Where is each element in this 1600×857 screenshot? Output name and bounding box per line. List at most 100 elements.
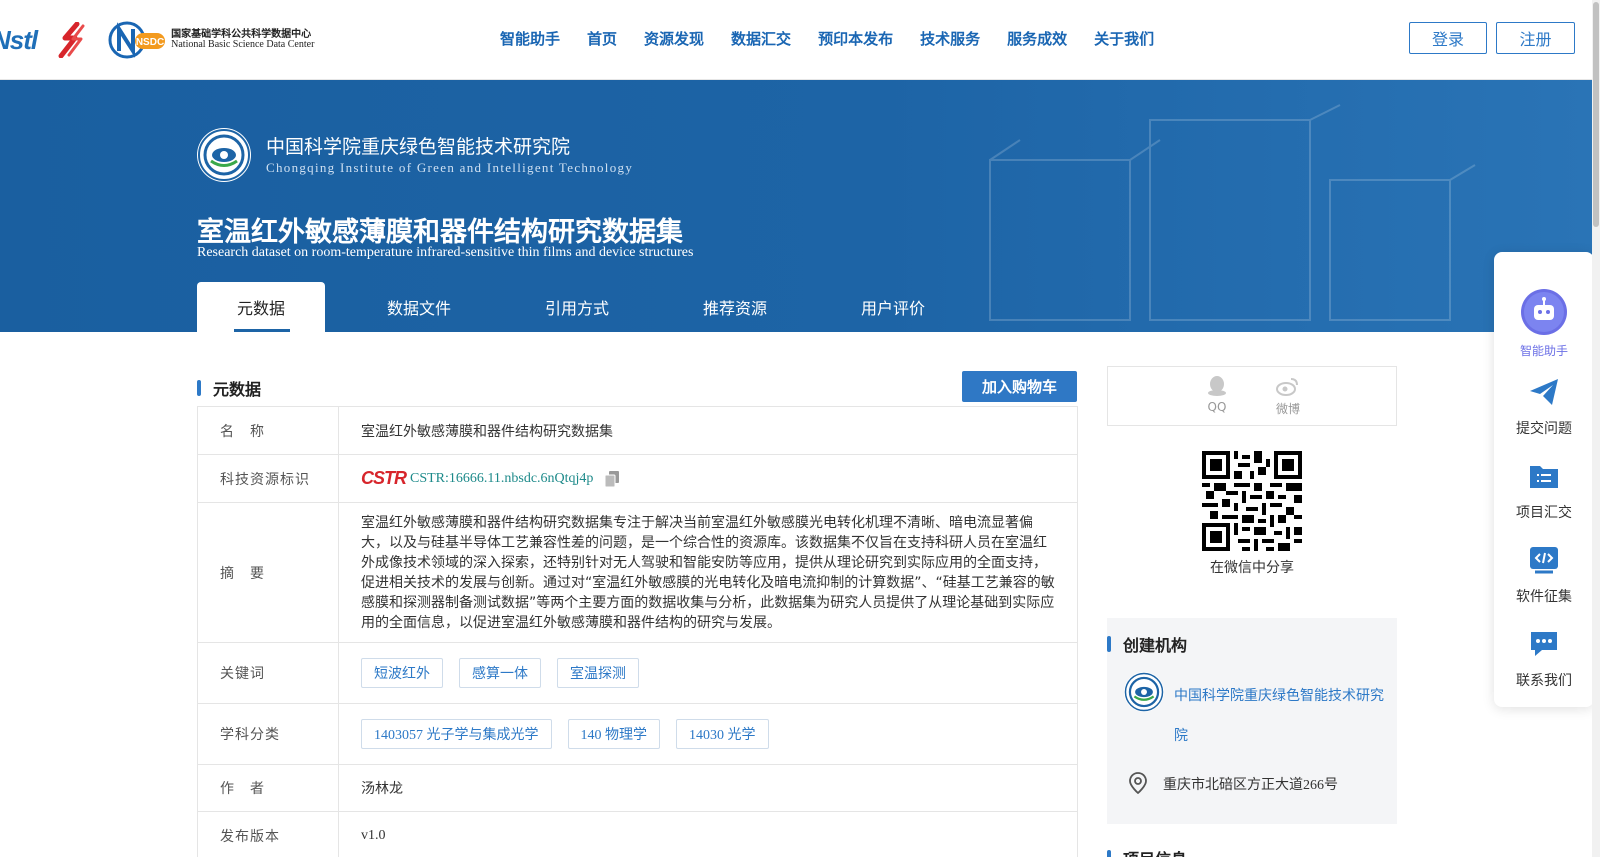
organization-name-link[interactable]: 中国科学院重庆绿色智能技术研究院 — [1174, 676, 1384, 756]
subject-tag[interactable]: 140 物理学 — [567, 719, 660, 749]
side-contact-us[interactable]: 联系我们 — [1494, 628, 1594, 690]
paper-plane-icon — [1530, 379, 1558, 405]
dataset-banner: 中国科学院重庆绿色智能技术研究院 Chongqing Institute of … — [0, 80, 1600, 332]
share-box: QQ 微博 — [1107, 366, 1397, 426]
organization-section-title: 创建机构 — [1123, 636, 1188, 655]
subject-tag[interactable]: 1403057 光子学与集成光学 — [361, 719, 552, 749]
logo-group: Nstl NSDC 国家基础学科公共科学数据中心 National Basic … — [0, 18, 314, 62]
dataset-tabs: 元数据 数据文件 引用方式 推荐资源 用户评价 — [197, 282, 987, 332]
author-label: 作 者 — [198, 765, 339, 811]
main-nav: 智能助手 首页 资源发现 数据汇交 预印本发布 技术服务 服务成效 关于我们 — [500, 28, 1181, 49]
project-section-title: 项目信息 — [1123, 846, 1187, 857]
version-label: 发布版本 — [198, 812, 339, 857]
cstr-link[interactable]: CSTR:16666.11.nbsdc.6nQtqj4p — [410, 471, 593, 487]
side-submit-issue[interactable]: 提交问题 — [1494, 376, 1594, 438]
code-icon — [1530, 547, 1558, 574]
organization-section-header: 创建机构 — [1107, 632, 1187, 656]
nav-about[interactable]: 关于我们 — [1094, 28, 1154, 49]
red-s-logo[interactable] — [51, 22, 91, 58]
keyword-tag[interactable]: 感算一体 — [459, 658, 541, 688]
author-value: 汤林龙 — [361, 781, 403, 797]
side-submit-issue-label: 提交问题 — [1516, 421, 1572, 437]
side-project-submission[interactable]: 项目汇交 — [1494, 460, 1594, 522]
organization-logo — [1124, 672, 1164, 712]
version-value: v1.0 — [361, 827, 386, 843]
section-accent-bar — [197, 380, 201, 396]
cstr-logo: CSTR — [361, 468, 407, 488]
folder-list-icon — [1530, 466, 1558, 488]
institution-name-en: Chongqing Institute of Green and Intelli… — [266, 160, 634, 175]
qq-label: QQ — [1207, 400, 1227, 414]
metadata-section-title: 元数据 — [213, 380, 262, 399]
nsdc-logo[interactable]: NSDC 国家基础学科公共科学数据中心 National Basic Scien… — [105, 21, 314, 59]
side-contact-us-label: 联系我们 — [1516, 673, 1572, 689]
metadata-section-header: 元数据 — [197, 376, 261, 400]
dataset-title: 室温红外敏感薄膜和器件结构研究数据集 — [197, 217, 683, 248]
side-project-submission-label: 项目汇交 — [1516, 505, 1572, 521]
dataset-subtitle: Research dataset on room-temperature inf… — [197, 245, 694, 260]
scrollbar-thumb[interactable] — [1593, 2, 1599, 227]
cstr-identifier: CSTR CSTR:16666.11.nbsdc.6nQtqj4p — [361, 468, 620, 489]
institution-name-cn: 中国科学院重庆绿色智能技术研究院 — [266, 136, 571, 158]
nav-ai-assistant[interactable]: 智能助手 — [500, 28, 560, 49]
abstract-label: 摘 要 — [198, 503, 339, 642]
side-ai-assistant-label: 智能助手 — [1519, 344, 1568, 358]
keyword-tag[interactable]: 短波红外 — [361, 658, 443, 688]
project-section-header: 项目信息 — [1107, 846, 1187, 857]
metadata-table: 名 称 室温红外敏感薄膜和器件结构研究数据集 科技资源标识 CSTR CSTR:… — [197, 406, 1078, 857]
share-weibo[interactable]: 微博 — [1268, 375, 1308, 417]
nsdc-en-name: National Basic Science Data Center — [171, 39, 315, 50]
table-row: 摘 要 室温红外敏感薄膜和器件结构研究数据集专注于解决当前室温红外敏感膜光电转化… — [198, 503, 1077, 643]
add-to-cart-button[interactable]: 加入购物车 — [962, 371, 1077, 402]
table-row: 名 称 室温红外敏感薄膜和器件结构研究数据集 — [198, 407, 1077, 455]
keywords-label: 关键词 — [198, 643, 339, 703]
qq-icon — [1208, 376, 1226, 396]
tab-recommended[interactable]: 推荐资源 — [671, 282, 799, 332]
location-pin-icon — [1129, 772, 1147, 794]
weibo-icon — [1276, 378, 1298, 396]
weibo-label: 微博 — [1275, 402, 1300, 416]
section-accent-bar — [1107, 850, 1111, 857]
name-value: 室温红外敏感薄膜和器件结构研究数据集 — [361, 423, 613, 440]
nav-preprint[interactable]: 预印本发布 — [818, 28, 893, 49]
side-software-collection-label: 软件征集 — [1516, 589, 1572, 605]
wechat-qr-code — [1202, 451, 1302, 551]
resource-id-label: 科技资源标识 — [198, 455, 339, 502]
nav-data-submission[interactable]: 数据汇交 — [731, 28, 791, 49]
tab-user-reviews[interactable]: 用户评价 — [829, 282, 957, 332]
login-button[interactable]: 登录 — [1409, 22, 1487, 54]
keyword-tag[interactable]: 室温探测 — [557, 658, 639, 688]
wechat-share-caption: 在微信中分享 — [1210, 560, 1294, 576]
tab-data-files[interactable]: 数据文件 — [355, 282, 483, 332]
table-row: 作 者 汤林龙 — [198, 765, 1077, 812]
nav-home[interactable]: 首页 — [587, 28, 617, 49]
register-button[interactable]: 注册 — [1496, 22, 1575, 54]
nsdc-mark-icon: NSDC — [108, 21, 166, 59]
name-label: 名 称 — [198, 407, 339, 454]
nav-tech-service[interactable]: 技术服务 — [920, 28, 980, 49]
side-ai-assistant[interactable]: 智能助手 — [1494, 288, 1594, 359]
tab-citation[interactable]: 引用方式 — [513, 282, 641, 332]
banner-decoration — [989, 104, 1476, 321]
top-navbar: Nstl NSDC 国家基础学科公共科学数据中心 National Basic … — [0, 0, 1600, 80]
subject-tag[interactable]: 14030 光学 — [676, 719, 769, 749]
chat-bubble-icon — [1531, 632, 1557, 656]
section-accent-bar — [1107, 636, 1111, 652]
tab-metadata[interactable]: 元数据 — [197, 282, 325, 332]
table-row: 学科分类 1403057 光子学与集成光学 140 物理学 14030 光学 — [198, 704, 1077, 765]
nsdc-mark-text: NSDC — [136, 37, 164, 48]
table-row: 发布版本 v1.0 — [198, 812, 1077, 857]
share-qq[interactable]: QQ — [1197, 375, 1237, 414]
subject-label: 学科分类 — [198, 704, 339, 764]
side-software-collection[interactable]: 软件征集 — [1494, 544, 1594, 606]
copy-icon[interactable] — [605, 470, 620, 487]
table-row: 科技资源标识 CSTR CSTR:16666.11.nbsdc.6nQtqj4p — [198, 455, 1077, 503]
abstract-text: 室温红外敏感薄膜和器件结构研究数据集专注于解决当前室温红外敏感膜光电转化机理不清… — [361, 514, 1055, 631]
institution-logo — [197, 128, 251, 182]
nstl-logo[interactable]: Nstl — [0, 25, 38, 56]
organization-address: 重庆市北碚区方正大道266号 — [1163, 778, 1338, 793]
robot-icon — [1521, 289, 1567, 335]
nav-service-results[interactable]: 服务成效 — [1007, 28, 1067, 49]
floating-side-panel: 智能助手 提交问题 项目汇交 软件征集 联系我们 — [1494, 252, 1594, 707]
nav-resource-discovery[interactable]: 资源发现 — [644, 28, 704, 49]
